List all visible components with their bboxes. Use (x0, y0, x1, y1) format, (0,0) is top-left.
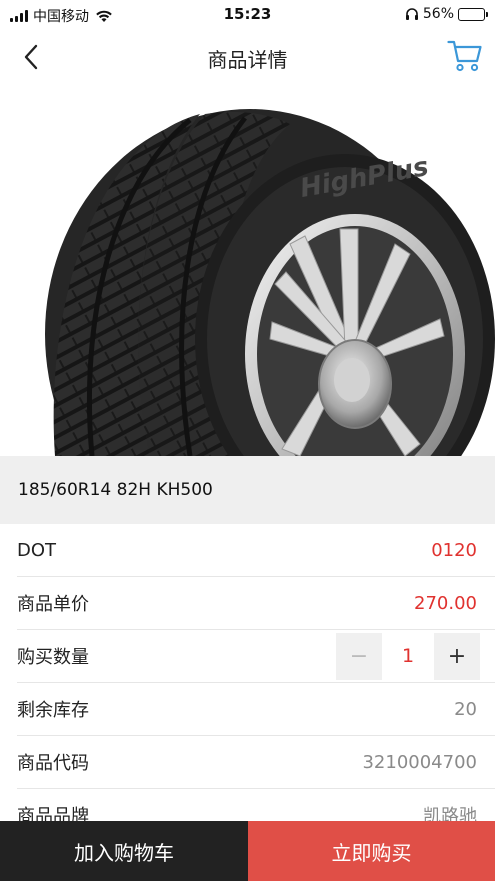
product-name: 185/60R14 82H KH500 (18, 480, 213, 500)
shopping-cart-icon (447, 40, 482, 72)
brand-value: 凯路驰 (423, 806, 477, 822)
tire-image: HighPlus (45, 109, 495, 456)
info-row-brand: 商品品牌 凯路驰 (17, 789, 495, 822)
buy-now-button[interactable]: 立即购买 (248, 821, 495, 881)
battery-icon (458, 7, 488, 21)
info-row-dot: DOT 0120 (17, 524, 495, 577)
stock-value: 20 (454, 698, 477, 720)
info-row-price: 商品单价 270.00 (17, 577, 495, 630)
stock-label: 剩余库存 (17, 700, 89, 721)
quantity-decrease-button[interactable]: − (336, 632, 382, 680)
dot-label: DOT (17, 539, 57, 561)
code-value: 3210004700 (362, 751, 477, 773)
dot-value: 0120 (431, 539, 477, 561)
code-label: 商品代码 (17, 753, 89, 774)
product-name-bar: 185/60R14 82H KH500 (0, 456, 495, 524)
product-image: HighPlus (0, 84, 495, 456)
info-row-stock: 剩余库存 20 (17, 683, 495, 736)
bottom-action-bar: 加入购物车 立即购买 (0, 821, 495, 881)
page-title: 商品详情 (207, 48, 288, 72)
nav-bar: 商品详情 (0, 30, 495, 84)
price-label: 商品单价 (17, 594, 89, 615)
brand-label: 商品品牌 (17, 806, 89, 822)
quantity-stepper: − 1 + (336, 632, 480, 680)
status-right: 56% (405, 6, 488, 22)
product-info-list: DOT 0120 商品单价 270.00 购买数量 − 1 + 剩余库存 20 … (0, 524, 495, 822)
quantity-label: 购买数量 (17, 647, 89, 668)
info-row-code: 商品代码 3210004700 (17, 736, 495, 789)
price-value: 270.00 (414, 592, 477, 614)
add-to-cart-button[interactable]: 加入购物车 (0, 821, 248, 881)
status-bar: 中国移动 15:23 56% (0, 0, 495, 30)
cart-button[interactable] (445, 36, 485, 76)
battery-percent: 56% (422, 6, 454, 22)
quantity-value[interactable]: 1 (382, 632, 434, 680)
info-row-quantity: 购买数量 − 1 + (17, 630, 495, 683)
quantity-increase-button[interactable]: + (434, 632, 480, 680)
headphone-icon (405, 8, 418, 20)
